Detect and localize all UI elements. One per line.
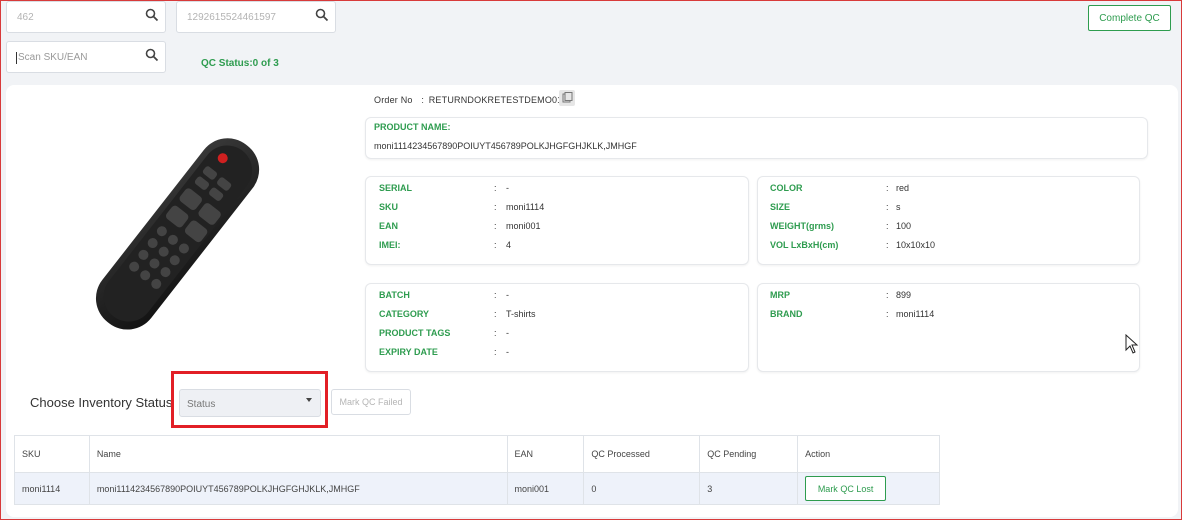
column-header-action: Action <box>797 435 940 473</box>
cell-action: Mark QC Lost <box>797 472 940 505</box>
highlight-annotation <box>171 371 328 428</box>
detail-label: EAN <box>379 221 399 231</box>
detail-label: VOL LxBxH(cm) <box>770 240 839 250</box>
details-panel-right-bottom: MRP : 899 BRAND : moni1114 <box>757 283 1140 372</box>
detail-label: MRP <box>770 290 790 300</box>
detail-label: COLOR <box>770 183 803 193</box>
order-number-value: RETURNDOKRETESTDEMO01 <box>428 95 563 105</box>
detail-label: SERIAL <box>379 183 413 193</box>
order-number-label: Order No <box>374 95 413 105</box>
detail-value: - <box>506 328 509 338</box>
detail-label: WEIGHT(grms) <box>770 221 834 231</box>
copy-icon[interactable] <box>559 90 575 106</box>
order-number-separator: : <box>421 95 425 105</box>
detail-label: BATCH <box>379 290 410 300</box>
detail-label: SKU <box>379 202 399 212</box>
cell-ean: moni001 <box>506 472 585 505</box>
detail-label: SIZE <box>770 202 791 212</box>
order-number-row: Order No : RETURNDOKRETESTDEMO01 <box>374 95 562 105</box>
table-row: moni1114 moni1114234567890POIUYT456789PO… <box>14 472 940 505</box>
product-name-panel: PRODUCT NAME: moni1114234567890POIUYT456… <box>365 117 1148 159</box>
column-header-qc-pending: QC Pending <box>699 435 799 473</box>
text-caret <box>16 52 17 64</box>
cell-qc-processed: 0 <box>583 472 701 505</box>
column-header-sku: SKU <box>14 435 90 473</box>
detail-label: PRODUCT TAGS <box>379 328 451 338</box>
search-icon[interactable] <box>145 48 159 62</box>
detail-value: 899 <box>896 290 912 300</box>
detail-value: 10x10x10 <box>896 240 936 250</box>
detail-value: - <box>506 290 509 300</box>
mark-qc-failed-button[interactable]: Mark QC Failed <box>331 389 411 415</box>
scan-sku-placeholder: Scan SKU/EAN <box>18 52 88 63</box>
order-search-value: 462 <box>17 12 34 23</box>
details-panel-left-bottom: BATCH : - CATEGORY : T-shirts PRODUCT TA… <box>365 283 749 372</box>
mouse-pointer-icon <box>1125 334 1139 354</box>
details-panel-left-top: SERIAL : - SKU : moni1114 EAN : moni001 … <box>365 176 749 265</box>
detail-value: T-shirts <box>506 309 536 319</box>
scan-sku-input[interactable]: Scan SKU/EAN <box>6 41 166 73</box>
details-panel-right-top: COLOR : red SIZE : s WEIGHT(grms) : 100 … <box>757 176 1140 265</box>
search-icon[interactable] <box>145 8 159 22</box>
detail-value: - <box>506 183 509 193</box>
complete-qc-button[interactable]: Complete QC <box>1088 5 1171 31</box>
product-name-label: PRODUCT NAME: <box>374 122 451 132</box>
mark-qc-lost-button[interactable]: Mark QC Lost <box>805 476 887 501</box>
qc-status-text: QC Status:0 of 3 <box>201 58 279 69</box>
qc-items-table: SKU Name EAN QC Processed QC Pending Act… <box>14 435 940 505</box>
cell-name: moni1114234567890POIUYT456789POLKJHGFGHJ… <box>88 472 508 505</box>
detail-value: - <box>506 347 509 357</box>
detail-value: 4 <box>506 240 512 250</box>
detail-label: BRAND <box>770 309 803 319</box>
detail-value: red <box>896 183 910 193</box>
table-header-row: SKU Name EAN QC Processed QC Pending Act… <box>14 435 940 473</box>
column-header-name: Name <box>88 435 508 473</box>
product-image <box>95 138 260 330</box>
tracking-search-input[interactable]: 1292615524461597 <box>176 1 336 33</box>
detail-value: moni001 <box>506 221 541 231</box>
order-search-input[interactable]: 462 <box>6 1 166 33</box>
column-header-ean: EAN <box>506 435 585 473</box>
tracking-search-value: 1292615524461597 <box>187 12 276 23</box>
search-icon[interactable] <box>315 8 329 22</box>
cell-sku: moni1114 <box>14 472 90 505</box>
cell-qc-pending: 3 <box>699 472 799 505</box>
detail-label: EXPIRY DATE <box>379 347 438 357</box>
detail-value: s <box>896 202 901 212</box>
detail-label: IMEI: <box>379 240 401 250</box>
detail-value: moni1114 <box>506 202 545 212</box>
detail-value: 100 <box>896 221 912 231</box>
detail-value: moni1114 <box>896 309 935 319</box>
inventory-status-label: Choose Inventory Status <box>30 395 173 410</box>
product-name-value: moni1114234567890POIUYT456789POLKJHGFGHJ… <box>374 141 637 151</box>
detail-label: CATEGORY <box>379 309 430 319</box>
column-header-qc-processed: QC Processed <box>583 435 701 473</box>
